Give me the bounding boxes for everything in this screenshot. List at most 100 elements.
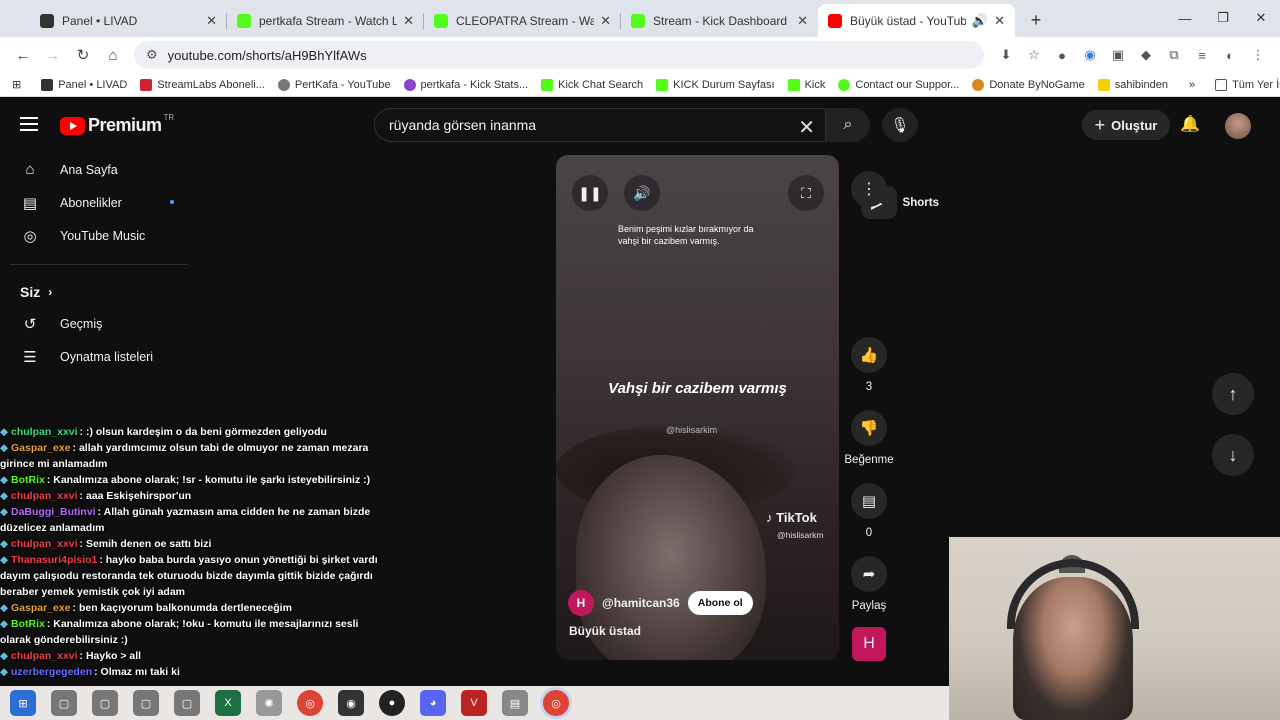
- install-icon[interactable]: ⬇: [992, 41, 1020, 69]
- extension-icon[interactable]: ▣: [1104, 41, 1132, 69]
- app-icon[interactable]: ▢: [51, 690, 77, 716]
- sidebar-item-youtube-music[interactable]: ◎ YouTube Music: [10, 219, 188, 252]
- home-icon[interactable]: ⌂: [98, 40, 128, 70]
- bookmark-item[interactable]: StreamLabs Aboneli...: [140, 78, 265, 91]
- arrow-down-icon: ↓: [1228, 444, 1238, 465]
- more-options-icon[interactable]: ⋮: [851, 171, 887, 207]
- more-bookmarks-icon[interactable]: »: [1189, 79, 1195, 91]
- media-control-icon[interactable]: ≡: [1188, 41, 1216, 69]
- site-info-icon[interactable]: ⚙: [146, 47, 158, 63]
- notifications-bell-icon[interactable]: 🔔: [1180, 114, 1200, 134]
- channel-name[interactable]: @hamitcan36: [602, 596, 680, 610]
- bookmark-item[interactable]: PertKafa - YouTube: [277, 78, 391, 91]
- close-window-icon[interactable]: ✕: [1242, 0, 1280, 36]
- bookmark-item[interactable]: Contact our Suppor...: [838, 78, 959, 91]
- voice-search-mic-icon[interactable]: 🎙: [882, 108, 918, 142]
- close-tab-icon[interactable]: ✕: [206, 13, 217, 29]
- voicemeeter-icon[interactable]: V: [461, 690, 487, 716]
- app-icon[interactable]: ▤: [502, 690, 528, 716]
- reload-icon[interactable]: ↻: [68, 40, 98, 70]
- app-icon[interactable]: ✺: [256, 690, 282, 716]
- extension-icon[interactable]: ◉: [1076, 41, 1104, 69]
- close-tab-icon[interactable]: ✕: [600, 13, 611, 29]
- dislike-action: 👎 Beğenme: [844, 410, 894, 466]
- all-bookmarks-folder[interactable]: Tüm Yer İşaretleri: [1215, 78, 1280, 91]
- next-short-button[interactable]: ↓: [1212, 434, 1254, 476]
- menu-hamburger-icon[interactable]: [20, 117, 38, 131]
- close-tab-icon[interactable]: ✕: [797, 13, 808, 29]
- search-button[interactable]: ⌕: [826, 108, 870, 142]
- remix-channel-thumb[interactable]: H: [852, 627, 886, 661]
- browser-tab[interactable]: Panel • LIVAD ✕: [30, 4, 227, 37]
- chrome-icon[interactable]: ◎: [543, 690, 569, 716]
- search-input[interactable]: rüyanda görsen inanma ✕: [374, 108, 826, 142]
- close-tab-icon[interactable]: ✕: [403, 13, 414, 29]
- apps-grid-icon[interactable]: ⊞: [12, 78, 21, 91]
- chrome-icon[interactable]: ◎: [297, 690, 323, 716]
- bookmark-item[interactable]: Donate ByNoGame: [972, 78, 1085, 91]
- chat-text: : Olmaz mı taki ki: [94, 666, 180, 678]
- extension-icon[interactable]: ●: [1048, 41, 1076, 69]
- url-text: youtube.com/shorts/aH9BhYlfAWs: [167, 47, 367, 63]
- sidebar-item-home[interactable]: ⌂ Ana Sayfa: [10, 153, 188, 186]
- minimize-icon[interactable]: —: [1166, 0, 1204, 36]
- dislike-button[interactable]: 👎: [851, 410, 887, 446]
- bookmark-item[interactable]: Kick: [787, 78, 825, 91]
- new-tab-icon[interactable]: +: [1023, 7, 1049, 33]
- back-icon[interactable]: ←: [8, 40, 38, 70]
- subscribe-button[interactable]: Abone ol: [687, 591, 753, 615]
- bookmark-item[interactable]: sahibinden: [1097, 78, 1168, 91]
- previous-short-button[interactable]: ↑: [1212, 373, 1254, 415]
- pause-icon[interactable]: ❚❚: [572, 175, 608, 211]
- profile-avatar-icon[interactable]: ◐: [1216, 41, 1244, 69]
- browser-tab[interactable]: Stream - Kick Dashboard ✕: [621, 4, 818, 37]
- clear-search-icon[interactable]: ✕: [798, 115, 815, 140]
- address-bar[interactable]: ⚙ youtube.com/shorts/aH9BhYlfAWs: [134, 41, 984, 69]
- close-tab-icon[interactable]: ✕: [994, 13, 1005, 29]
- bookmark-item[interactable]: Panel • LIVAD: [41, 78, 127, 91]
- sidebar-item-history[interactable]: ↺ Geçmiş: [10, 307, 188, 340]
- volume-icon[interactable]: 🔊: [624, 175, 660, 211]
- app-icon[interactable]: ▢: [174, 690, 200, 716]
- bookmark-star-icon[interactable]: ☆: [1020, 41, 1048, 69]
- comments-button[interactable]: ▤: [851, 483, 887, 519]
- browser-tab[interactable]: pertkafa Stream - Watch Live on ✕: [227, 4, 424, 37]
- bookmark-item[interactable]: pertkafa - Kick Stats...: [403, 78, 528, 91]
- browser-tab-active[interactable]: Büyük üstad - YouTube 🔊 ✕: [818, 4, 1015, 37]
- youtube-premium-logo[interactable]: Premium TR: [60, 113, 174, 136]
- like-button[interactable]: 👍: [851, 337, 887, 373]
- sidebar-item-subscriptions[interactable]: ▤ Abonelikler: [10, 186, 188, 219]
- sidebar-you-header[interactable]: Siz ›: [0, 277, 200, 307]
- tab-audio-icon[interactable]: 🔊: [972, 13, 988, 29]
- like-action: 👍 3: [851, 337, 887, 393]
- new-content-dot: [170, 200, 174, 204]
- tab-title: CLEOPATRA Stream - Watch Live: [456, 13, 595, 28]
- extensions-puzzle-icon[interactable]: ⧉: [1160, 41, 1188, 69]
- browser-tab[interactable]: CLEOPATRA Stream - Watch Live ✕: [424, 4, 621, 37]
- sidebar-item-playlists[interactable]: ☰ Oynatma listeleri: [10, 340, 188, 373]
- start-windows-icon[interactable]: ⊞: [10, 690, 36, 716]
- app-icon[interactable]: ▢: [133, 690, 159, 716]
- fullscreen-icon[interactable]: ⛶: [788, 175, 824, 211]
- discord-icon[interactable]: ◕: [420, 690, 446, 716]
- restore-icon[interactable]: ❐: [1204, 0, 1242, 36]
- tab-favicon: [237, 13, 251, 28]
- bookmark-item[interactable]: Kick Chat Search: [541, 78, 643, 91]
- forward-icon[interactable]: →: [38, 40, 68, 70]
- obs-icon[interactable]: ●: [379, 690, 405, 716]
- browser-menu-icon[interactable]: ⋮: [1244, 41, 1272, 69]
- chat-text: : aaa Eskişehirspor'un: [79, 490, 192, 502]
- chat-message: ◆ BotRix: Kanalımıza abone olarak; !sr -…: [0, 472, 400, 488]
- channel-avatar[interactable]: H: [568, 590, 594, 616]
- bookmark-item[interactable]: KICK Durum Sayfası: [656, 78, 775, 91]
- excel-icon[interactable]: X: [215, 690, 241, 716]
- create-button[interactable]: + Oluştur: [1082, 110, 1170, 140]
- share-button[interactable]: ➦: [851, 556, 887, 592]
- chat-username: uzerbergegeden: [11, 666, 93, 678]
- account-avatar[interactable]: [1225, 113, 1251, 139]
- app-icon[interactable]: ◉: [338, 690, 364, 716]
- shorts-video-player[interactable]: ❚❚ 🔊 ⛶ Benim peşimi kızlar bırakmıyor da…: [556, 155, 839, 660]
- app-icon[interactable]: ▢: [92, 690, 118, 716]
- bookmark-label: StreamLabs Aboneli...: [157, 78, 265, 91]
- extension-icon[interactable]: ◆: [1132, 41, 1160, 69]
